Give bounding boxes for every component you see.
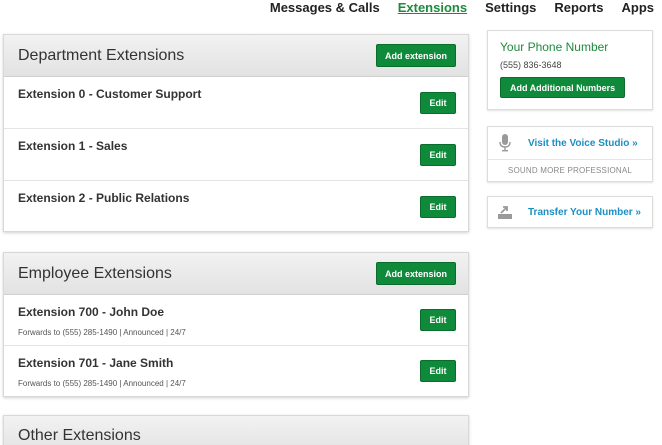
edit-extension-button[interactable]: Edit [420, 196, 456, 218]
phone-number-title: Your Phone Number [500, 40, 609, 54]
employee-extensions-panel: Employee Extensions Add extension Extens… [3, 252, 469, 397]
add-additional-numbers-button[interactable]: Add Additional Numbers [500, 77, 626, 98]
extension-title: Extension 0 - Customer Support [18, 87, 202, 101]
edit-extension-button[interactable]: Edit [420, 309, 456, 331]
microphone-icon [498, 134, 512, 152]
department-extensions-header: Department Extensions Add extension [4, 35, 468, 77]
nav-reports[interactable]: Reports [554, 0, 603, 22]
employee-extensions-header: Employee Extensions Add extension [4, 253, 468, 295]
phone-number-box: Your Phone Number (555) 836-3648 Add Add… [487, 30, 653, 110]
edit-extension-button[interactable]: Edit [420, 92, 456, 114]
employee-extensions-title: Employee Extensions [18, 264, 172, 282]
extension-title: Extension 700 - John Doe [18, 305, 165, 319]
extension-row: Extension 1 - Sales Edit [4, 129, 468, 181]
department-extensions-panel: Department Extensions Add extension Exte… [3, 34, 469, 232]
voice-studio-link[interactable]: Visit the Voice Studio » [528, 138, 638, 149]
transfer-number-box[interactable]: Transfer Your Number » [487, 196, 653, 228]
other-extensions-header: Other Extensions [4, 416, 468, 445]
edit-extension-button[interactable]: Edit [420, 144, 456, 166]
transfer-icon [498, 203, 512, 221]
extension-title: Extension 701 - Jane Smith [18, 356, 174, 370]
extension-row: Extension 0 - Customer Support Edit [4, 77, 468, 129]
nav-apps[interactable]: Apps [622, 0, 655, 22]
voice-studio-row[interactable]: Visit the Voice Studio » [488, 127, 652, 160]
transfer-number-link[interactable]: Transfer Your Number » [528, 207, 641, 218]
add-department-extension-button[interactable]: Add extension [375, 44, 456, 67]
nav-settings[interactable]: Settings [485, 0, 536, 22]
extension-details: Forwards to (555) 285-1490 | Announced |… [18, 328, 186, 337]
voice-studio-subtext: SOUND MORE PROFESSIONAL [507, 166, 633, 175]
nav-extensions[interactable]: Extensions [398, 0, 467, 22]
other-extensions-title: Other Extensions [18, 427, 141, 444]
extension-title: Extension 1 - Sales [18, 139, 128, 153]
nav-messages-calls[interactable]: Messages & Calls [270, 0, 380, 22]
top-navigation: Messages & Calls Extensions Settings Rep… [270, 0, 662, 22]
edit-extension-button[interactable]: Edit [420, 360, 456, 382]
extension-row: Extension 700 - John Doe Forwards to (55… [4, 295, 468, 346]
extension-title: Extension 2 - Public Relations [18, 191, 190, 205]
other-extensions-panel: Other Extensions [3, 415, 469, 445]
voice-studio-box: Visit the Voice Studio » SOUND MORE PROF… [487, 126, 653, 182]
extension-row: Extension 2 - Public Relations Edit [4, 181, 468, 233]
add-employee-extension-button[interactable]: Add extension [375, 262, 456, 285]
phone-number-value: (555) 836-3648 [500, 60, 562, 70]
extension-details: Forwards to (555) 285-1490 | Announced |… [18, 379, 186, 388]
extension-row: Extension 701 - Jane Smith Forwards to (… [4, 346, 468, 397]
department-extensions-title: Department Extensions [18, 46, 185, 64]
